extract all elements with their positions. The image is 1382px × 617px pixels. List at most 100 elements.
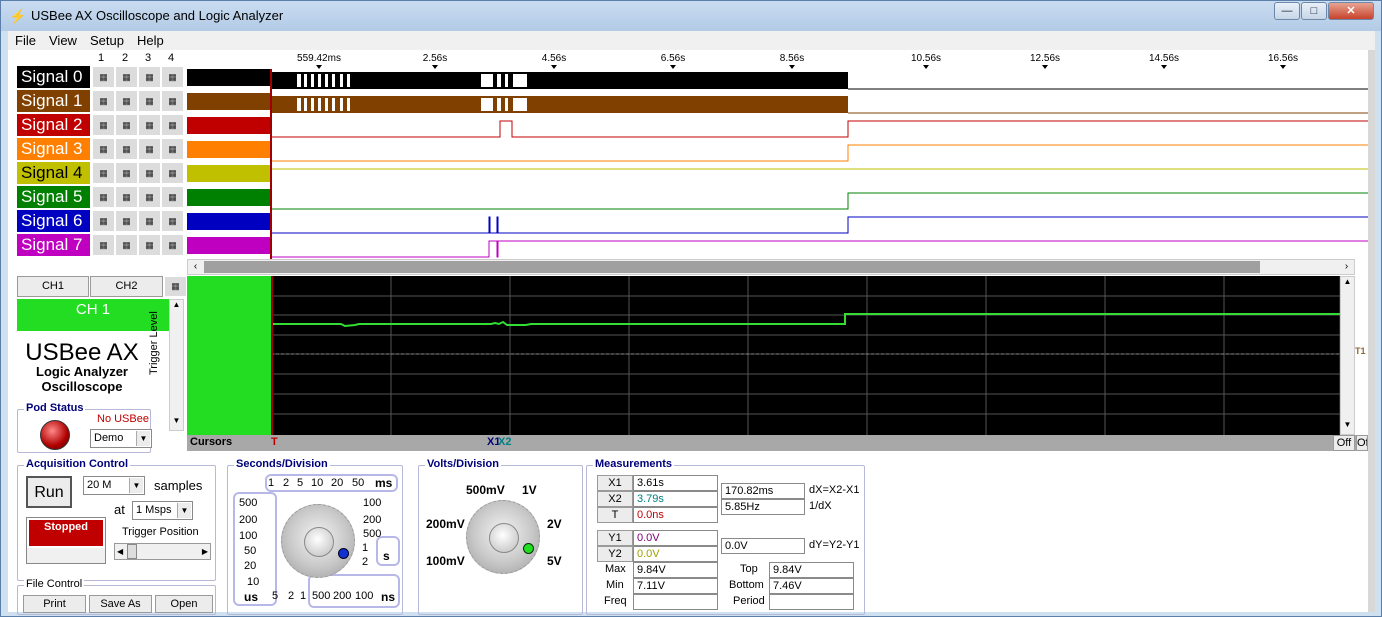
file-control-group: File Control Print Save As Open xyxy=(17,578,216,615)
channel-settings-icon[interactable]: ▦ xyxy=(164,276,187,297)
scroll-left-arrow[interactable]: ‹ xyxy=(188,260,203,274)
scope-channel-bar xyxy=(187,276,271,435)
signal-gap xyxy=(481,98,493,111)
max-value: 9.84V xyxy=(633,562,718,578)
channel-toggle-icon[interactable]: ▦ xyxy=(138,66,161,88)
channel-toggle-icon[interactable]: ▦ xyxy=(92,138,115,160)
signal-gap xyxy=(347,98,350,111)
close-button[interactable]: ✕ xyxy=(1328,2,1374,20)
dropdown-arrow-icon: ▼ xyxy=(129,478,143,493)
channel-toggle-icon[interactable]: ▦ xyxy=(138,186,161,208)
scroll-right-arrow[interactable]: › xyxy=(1339,260,1354,274)
open-button[interactable]: Open xyxy=(155,595,213,613)
save-as-button[interactable]: Save As xyxy=(89,595,152,613)
channel-toggle-icon[interactable]: ▦ xyxy=(161,90,184,112)
x2-button[interactable]: X2 xyxy=(597,491,633,507)
channel-toggle-icon[interactable]: ▦ xyxy=(92,162,115,184)
horizontal-scrollbar[interactable]: ‹ › xyxy=(187,259,1355,275)
signal-name[interactable]: Signal 5 xyxy=(17,186,90,208)
x2-cursor-marker[interactable]: X2 xyxy=(498,436,511,448)
menu-view[interactable]: View xyxy=(49,33,77,48)
channel-toggle-icon[interactable]: ▦ xyxy=(115,90,138,112)
time-division-knob[interactable] xyxy=(281,504,355,578)
signal-channel-toggles: ▦ ▦ ▦ ▦ xyxy=(92,210,186,232)
print-button[interactable]: Print xyxy=(23,595,86,613)
channel-toggle-icon[interactable]: ▦ xyxy=(115,66,138,88)
run-button[interactable]: Run xyxy=(26,476,72,508)
channel-toggle-icon[interactable]: ▦ xyxy=(138,234,161,256)
channel-toggle-icon[interactable]: ▦ xyxy=(138,162,161,184)
title-bar[interactable]: ⚡ USBee AX Oscilloscope and Logic Analyz… xyxy=(1,1,1381,31)
menu-file[interactable]: File xyxy=(15,33,36,48)
channel-toggle-icon[interactable]: ▦ xyxy=(161,186,184,208)
tab-ch1[interactable]: CH1 xyxy=(17,276,89,297)
signal-name[interactable]: Signal 0 xyxy=(17,66,90,88)
sample-rate-select[interactable]: 1 Msps ▼ xyxy=(132,501,193,520)
channel-toggle-icon[interactable]: ▦ xyxy=(138,138,161,160)
trigger-position-thumb[interactable] xyxy=(127,544,137,559)
menu-setup[interactable]: Setup xyxy=(90,33,124,48)
channel-toggle-icon[interactable]: ▦ xyxy=(92,234,115,256)
volts-500mv-label: 500mV xyxy=(466,483,505,497)
channel-toggle-icon[interactable]: ▦ xyxy=(92,90,115,112)
cursor-off-button-2[interactable]: Off xyxy=(1356,435,1368,451)
channel-toggle-icon[interactable]: ▦ xyxy=(138,114,161,136)
maximize-button[interactable]: □ xyxy=(1301,2,1327,20)
signal-name[interactable]: Signal 3 xyxy=(17,138,90,160)
channel-toggle-icon[interactable]: ▦ xyxy=(115,210,138,232)
time-tick-label: 559.42ms xyxy=(297,53,341,64)
signal-gap xyxy=(332,98,335,111)
trigger-cursor-marker[interactable]: T xyxy=(271,436,278,448)
signal-name[interactable]: Signal 6 xyxy=(17,210,90,232)
time-tick-marker xyxy=(789,65,795,69)
channel-toggle-icon[interactable]: ▦ xyxy=(92,66,115,88)
x1-button[interactable]: X1 xyxy=(597,475,633,491)
signal-trace xyxy=(271,216,1368,234)
scroll-thumb[interactable] xyxy=(204,261,1260,273)
signal-name[interactable]: Signal 2 xyxy=(17,114,90,136)
channel-toggle-icon[interactable]: ▦ xyxy=(161,66,184,88)
cursor-off-button-1[interactable]: Off xyxy=(1333,435,1355,451)
samples-select[interactable]: 20 M ▼ xyxy=(83,476,145,495)
channel-toggle-icon[interactable]: ▦ xyxy=(161,138,184,160)
channel-toggle-icon[interactable]: ▦ xyxy=(138,90,161,112)
pod-mode-select[interactable]: Demo ▼ xyxy=(90,429,152,448)
volts-division-knob[interactable] xyxy=(466,500,540,574)
y1-button[interactable]: Y1 xyxy=(597,530,633,546)
sample-rate-value: 1 Msps xyxy=(136,504,172,516)
channel-toggle-icon[interactable]: ▦ xyxy=(115,186,138,208)
menu-help[interactable]: Help xyxy=(137,33,164,48)
channel-toggle-icon[interactable]: ▦ xyxy=(92,114,115,136)
channel-toggle-icon[interactable]: ▦ xyxy=(115,162,138,184)
time-scale-label: 10 xyxy=(247,576,260,588)
tab-ch2[interactable]: CH2 xyxy=(90,276,163,297)
brand-name: USBee AX xyxy=(25,339,139,366)
signal-gap xyxy=(497,98,501,111)
signal-gap xyxy=(505,74,508,87)
channel-scrollbar[interactable]: ▲ ▼ xyxy=(169,299,184,431)
y2-button[interactable]: Y2 xyxy=(597,546,633,562)
column-4-label: 4 xyxy=(168,52,175,64)
channel-toggle-icon[interactable]: ▦ xyxy=(161,162,184,184)
signal-channel-toggles: ▦ ▦ ▦ ▦ xyxy=(92,114,186,136)
freq-value xyxy=(633,594,718,610)
brand-line1: Logic Analyzer xyxy=(36,364,128,379)
x2-value: 3.79s xyxy=(633,491,718,507)
channel-toggle-icon[interactable]: ▦ xyxy=(161,234,184,256)
t-button[interactable]: T xyxy=(597,507,633,523)
signal-name[interactable]: Signal 7 xyxy=(17,234,90,256)
channel-toggle-icon[interactable]: ▦ xyxy=(161,114,184,136)
signal-name[interactable]: Signal 1 xyxy=(17,90,90,112)
scope-vertical-scrollbar[interactable]: ▲ ▼ xyxy=(1340,276,1355,435)
minimize-button[interactable]: — xyxy=(1274,2,1300,20)
signal-gap xyxy=(304,74,307,87)
channel-toggle-icon[interactable]: ▦ xyxy=(92,186,115,208)
trigger-position-slider[interactable]: ◀ ▶ xyxy=(114,543,211,560)
signal-name[interactable]: Signal 4 xyxy=(17,162,90,184)
channel-toggle-icon[interactable]: ▦ xyxy=(92,210,115,232)
channel-toggle-icon[interactable]: ▦ xyxy=(115,138,138,160)
channel-toggle-icon[interactable]: ▦ xyxy=(115,114,138,136)
channel-toggle-icon[interactable]: ▦ xyxy=(161,210,184,232)
channel-toggle-icon[interactable]: ▦ xyxy=(115,234,138,256)
channel-toggle-icon[interactable]: ▦ xyxy=(138,210,161,232)
